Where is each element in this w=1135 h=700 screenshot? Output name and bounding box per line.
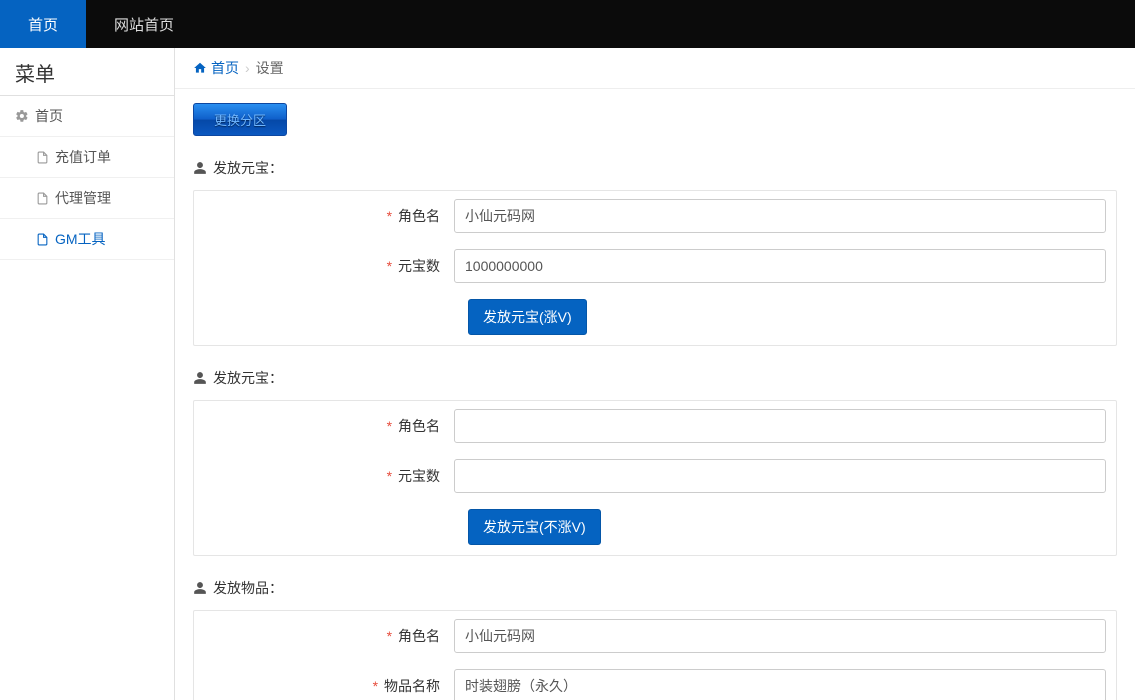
breadcrumb-home-label: 首页 — [211, 58, 239, 78]
section-yuanbao-nov: 发放元宝： * 角色名 * 元宝数 发放元宝(不涨V) — [193, 368, 1117, 556]
home-icon — [193, 61, 207, 75]
breadcrumb: 首页 › 设置 — [175, 48, 1135, 89]
section-title-text: 发放元宝： — [213, 368, 283, 388]
section-title: 发放物品： — [193, 578, 1117, 598]
sidebar-item-home[interactable]: 首页 — [0, 96, 174, 137]
breadcrumb-separator: › — [245, 60, 250, 76]
topnav-item-site-home[interactable]: 网站首页 — [86, 0, 202, 48]
form-row-amount: * 元宝数 — [194, 451, 1116, 501]
section-title: 发放元宝： — [193, 368, 1117, 388]
user-icon — [193, 371, 207, 385]
section-title-text: 发放元宝： — [213, 158, 283, 178]
form-label-role: * 角色名 — [204, 626, 454, 646]
sidebar-item-label: 代理管理 — [55, 188, 111, 208]
file-icon — [36, 192, 49, 205]
form-row-role: * 角色名 — [194, 191, 1116, 241]
item-name-input[interactable] — [454, 669, 1106, 700]
form-row-role: * 角色名 — [194, 611, 1116, 661]
section-title: 发放元宝： — [193, 158, 1117, 178]
user-icon — [193, 581, 207, 595]
gear-icon — [15, 109, 29, 123]
form-box: * 角色名 * 元宝数 发放元宝(涨V) — [193, 190, 1117, 346]
topnav: 首页 网站首页 — [0, 0, 1135, 48]
section-item: 发放物品： * 角色名 * 物品名称 * 物品数量 — [193, 578, 1117, 700]
sidebar-item-gm-tools[interactable]: GM工具 — [0, 219, 174, 260]
sidebar-title: 菜单 — [0, 48, 174, 96]
breadcrumb-home[interactable]: 首页 — [193, 58, 239, 78]
main-content: 首页 › 设置 更换分区 发放元宝： * 角色名 — [175, 48, 1135, 700]
form-row-amount: * 元宝数 — [194, 241, 1116, 291]
sidebar-item-label: 充值订单 — [55, 147, 111, 167]
sidebar-item-agent[interactable]: 代理管理 — [0, 178, 174, 219]
form-label-role: * 角色名 — [204, 416, 454, 436]
form-row-role: * 角色名 — [194, 401, 1116, 451]
amount-input[interactable] — [454, 249, 1106, 283]
form-box: * 角色名 * 物品名称 * 物品数量 发放物品 — [193, 610, 1117, 700]
form-label-amount: * 元宝数 — [204, 466, 454, 486]
sidebar-item-recharge[interactable]: 充值订单 — [0, 137, 174, 178]
amount-input[interactable] — [454, 459, 1106, 493]
breadcrumb-current: 设置 — [256, 58, 284, 78]
section-title-text: 发放物品： — [213, 578, 283, 598]
section-yuanbao-v: 发放元宝： * 角色名 * 元宝数 发放元宝(涨V) — [193, 158, 1117, 346]
form-row-item: * 物品名称 — [194, 661, 1116, 700]
submit-yuanbao-v-button[interactable]: 发放元宝(涨V) — [468, 299, 587, 335]
form-label-item: * 物品名称 — [204, 676, 454, 696]
topnav-item-home[interactable]: 首页 — [0, 0, 86, 48]
file-icon — [36, 151, 49, 164]
submit-yuanbao-nov-button[interactable]: 发放元宝(不涨V) — [468, 509, 601, 545]
file-icon — [36, 233, 49, 246]
form-box: * 角色名 * 元宝数 发放元宝(不涨V) — [193, 400, 1117, 556]
update-zone-button[interactable]: 更换分区 — [193, 103, 287, 136]
role-input[interactable] — [454, 619, 1106, 653]
role-input[interactable] — [454, 199, 1106, 233]
user-icon — [193, 161, 207, 175]
sidebar-item-label: 首页 — [35, 106, 63, 126]
sidebar: 菜单 首页 充值订单 代理管理 GM工具 — [0, 48, 175, 700]
role-input[interactable] — [454, 409, 1106, 443]
form-label-role: * 角色名 — [204, 206, 454, 226]
sidebar-item-label: GM工具 — [55, 229, 106, 249]
form-label-amount: * 元宝数 — [204, 256, 454, 276]
